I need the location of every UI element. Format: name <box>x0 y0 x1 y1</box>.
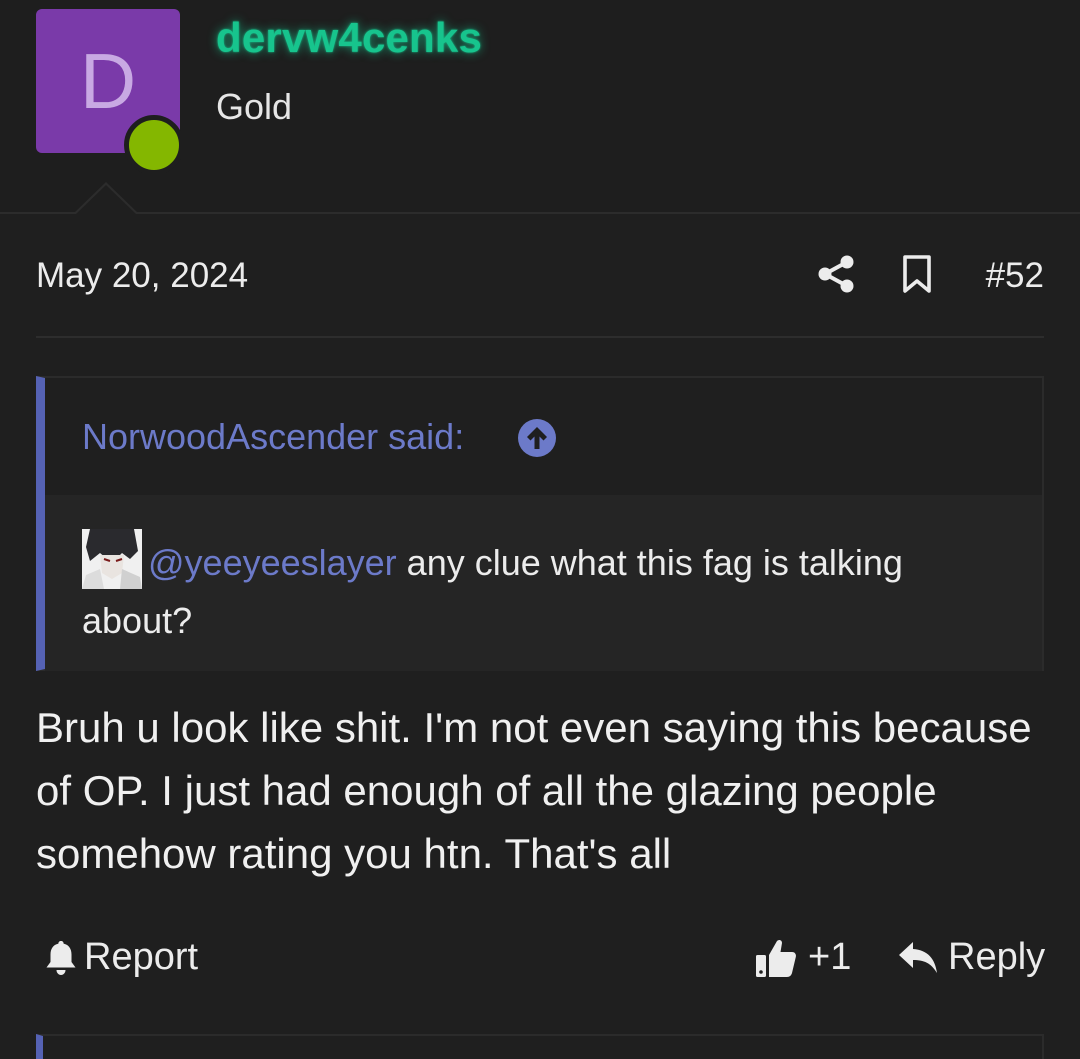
quote-block: NorwoodAscender said: @yeeyeeslayer any … <box>36 376 1044 671</box>
arrow-up-circle-icon[interactable] <box>517 418 557 458</box>
reply-icon <box>899 941 937 973</box>
speech-arrow-fill <box>76 185 136 214</box>
next-post-quote-edge <box>36 1034 1044 1059</box>
bookmark-icon[interactable] <box>898 254 936 294</box>
meta-divider <box>36 336 1044 338</box>
like-count: +1 <box>808 936 852 978</box>
report-button[interactable]: Report <box>44 936 198 979</box>
thumbs-up-icon <box>756 939 796 977</box>
bell-icon <box>46 940 76 975</box>
quote-author-link[interactable]: NorwoodAscender said: <box>82 416 464 458</box>
post-message: Bruh u look like shit. I'm not even sayi… <box>36 704 1032 877</box>
like-button[interactable]: +1 <box>754 936 851 979</box>
user-info-block: D dervw4cenks Gold <box>0 0 1080 213</box>
post-number-link[interactable]: #52 <box>986 256 1044 296</box>
reply-button[interactable]: Reply <box>898 936 1045 979</box>
report-label: Report <box>84 936 199 978</box>
post-page: D dervw4cenks Gold May 20, 2024 #52 Norw… <box>0 0 1080 1059</box>
username-link[interactable]: dervw4cenks <box>216 14 482 62</box>
mention-avatar <box>82 529 142 589</box>
post-date[interactable]: May 20, 2024 <box>36 256 248 296</box>
user-mention-link[interactable]: @yeeyeeslayer <box>148 542 397 583</box>
share-icon[interactable] <box>816 254 856 294</box>
quote-header: NorwoodAscender said: <box>45 378 1042 495</box>
quote-text: @yeeyeeslayer any clue what this fag is … <box>82 529 1002 650</box>
online-status-indicator <box>124 115 184 175</box>
quote-body: @yeeyeeslayer any clue what this fag is … <box>45 495 1042 671</box>
user-rank-title: Gold <box>216 86 293 127</box>
reply-label: Reply <box>948 936 1046 978</box>
header-divider <box>0 212 1080 214</box>
